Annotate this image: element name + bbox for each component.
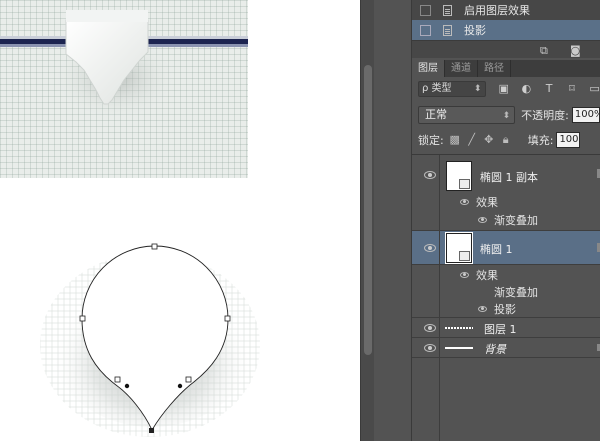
zoomed-pin-graphic bbox=[0, 10, 248, 120]
visibility-eye-icon[interactable] bbox=[424, 244, 436, 252]
shape-filter-icon[interactable]: ⌑ bbox=[567, 83, 578, 94]
pasteboard-strip bbox=[374, 0, 412, 441]
camera-icon[interactable]: ◙ bbox=[570, 44, 581, 57]
effects-label[interactable]: 效果 bbox=[476, 267, 498, 283]
lock-row: 锁定: ▩ ╱ ✥ 🔒︎ 填充: 100% bbox=[412, 129, 600, 151]
fill-input[interactable]: 100% bbox=[556, 132, 581, 148]
divider bbox=[439, 338, 440, 357]
tab-layers[interactable]: 图层 bbox=[412, 60, 445, 77]
select-arrow-icon: ⬍ bbox=[502, 111, 511, 121]
effect-row-enable[interactable]: 启用图层效果 bbox=[412, 0, 600, 20]
lock-move-icon[interactable]: ✥ bbox=[483, 134, 495, 146]
effects-label[interactable]: 效果 bbox=[476, 194, 498, 210]
line-layer-thumbnail bbox=[445, 327, 473, 329]
lock-transparency-icon[interactable]: ▩ bbox=[449, 134, 461, 146]
zoomed-pixel-preview bbox=[0, 0, 248, 178]
background-layer-thumbnail bbox=[445, 347, 473, 349]
lock-brush-icon[interactable]: ╱ bbox=[466, 134, 478, 146]
filter-kind-select[interactable]: ρ 类型 ⬍ bbox=[418, 81, 487, 97]
fill-label: 填充: bbox=[527, 134, 554, 147]
vertical-scrollbar[interactable] bbox=[360, 0, 374, 441]
layers-panel: 启用图层效果 投影 ⧉ ◙ 图层 通道 路径 ρ 类型 ⬍ ▣ ◐ T ⌑ ▭ … bbox=[412, 0, 600, 441]
checkbox[interactable] bbox=[420, 4, 431, 16]
visibility-eye-icon[interactable] bbox=[478, 306, 487, 312]
effect-label: 启用图层效果 bbox=[464, 4, 530, 17]
document-canvas[interactable] bbox=[0, 0, 360, 441]
select-arrow-icon: ⬍ bbox=[473, 84, 482, 94]
panel-tabs: 图层 通道 路径 bbox=[412, 60, 600, 77]
handle-point bbox=[177, 383, 183, 389]
lock-all-icon[interactable]: 🔒︎ bbox=[500, 134, 512, 146]
anchor-point bbox=[114, 376, 121, 383]
layer-style-list: 启用图层效果 投影 bbox=[412, 0, 600, 40]
new-layer-icon[interactable]: ⧉ bbox=[540, 44, 548, 58]
document-icon bbox=[443, 4, 452, 16]
layer-name[interactable]: 椭圆 1 副本 bbox=[480, 169, 538, 185]
anchor-point bbox=[185, 376, 192, 383]
opacity-input[interactable]: 100% bbox=[571, 107, 600, 123]
layer-list: 椭圆 1 副本 效果 渐变叠加 椭圆 1 效果 渐变叠加 投影 图层 1 背景 bbox=[412, 154, 600, 441]
blend-row: 正常 ⬍ 不透明度: 100% bbox=[412, 104, 600, 126]
layer-name[interactable]: 背景 bbox=[484, 341, 506, 357]
layer-effects-group: 效果 渐变叠加 投影 bbox=[412, 265, 600, 318]
adjustment-filter-icon[interactable]: ◐ bbox=[521, 83, 532, 94]
layer-thumbnail bbox=[446, 161, 472, 191]
visibility-eye-icon[interactable] bbox=[460, 272, 469, 278]
layer-name[interactable]: 图层 1 bbox=[484, 321, 517, 337]
effect-label: 投影 bbox=[464, 24, 486, 37]
filter-kind-label: ρ 类型 bbox=[422, 83, 452, 94]
layer-name[interactable]: 椭圆 1 bbox=[480, 241, 513, 257]
tab-channels[interactable]: 通道 bbox=[445, 60, 478, 77]
shape-badge-icon bbox=[459, 251, 470, 261]
divider bbox=[439, 231, 440, 264]
visibility-eye-icon[interactable] bbox=[478, 217, 487, 223]
effect-toolbar: ⧉ ◙ bbox=[412, 40, 600, 58]
effect-item[interactable]: 渐变叠加 bbox=[494, 284, 538, 300]
type-filter-icon[interactable]: T bbox=[544, 83, 555, 94]
visibility-eye-icon[interactable] bbox=[424, 324, 436, 332]
visibility-eye-icon[interactable] bbox=[424, 344, 436, 352]
lock-label: 锁定: bbox=[418, 134, 444, 147]
layer-filter-row: ρ 类型 ⬍ ▣ ◐ T ⌑ ▭ bbox=[412, 78, 600, 100]
divider bbox=[439, 358, 440, 441]
anchor-point bbox=[151, 243, 158, 250]
blend-mode-value: 正常 bbox=[425, 108, 447, 121]
visibility-eye-icon[interactable] bbox=[424, 171, 436, 179]
anchor-point bbox=[79, 315, 86, 322]
layer-row-selected[interactable]: 椭圆 1 bbox=[412, 231, 600, 265]
effect-item[interactable]: 渐变叠加 bbox=[494, 212, 538, 228]
divider bbox=[439, 265, 440, 317]
scrollbar-thumb[interactable] bbox=[364, 65, 372, 355]
tab-paths[interactable]: 路径 bbox=[478, 60, 511, 77]
layer-thumbnail bbox=[445, 232, 473, 264]
effect-item[interactable]: 投影 bbox=[494, 301, 516, 317]
layer-row[interactable]: 图层 1 bbox=[412, 318, 600, 338]
divider bbox=[439, 155, 440, 230]
document-icon bbox=[443, 24, 452, 36]
blend-mode-select[interactable]: 正常 ⬍ bbox=[418, 106, 516, 124]
effect-row-drop-shadow[interactable]: 投影 bbox=[412, 20, 600, 40]
opacity-label: 不透明度: bbox=[521, 109, 569, 122]
anchor-point bbox=[224, 315, 231, 322]
pixel-filter-icon[interactable]: ▣ bbox=[498, 83, 509, 94]
anchor-point bbox=[149, 428, 154, 433]
map-pin-path[interactable] bbox=[40, 215, 280, 441]
layer-row[interactable]: 背景 bbox=[412, 338, 600, 358]
visibility-eye-icon[interactable] bbox=[460, 199, 469, 205]
smart-object-filter-icon[interactable]: ▭ bbox=[589, 83, 600, 94]
divider bbox=[439, 318, 440, 337]
layer-row[interactable]: 椭圆 1 副本 效果 渐变叠加 bbox=[412, 155, 600, 231]
handle-point bbox=[124, 383, 130, 389]
checkbox[interactable] bbox=[420, 24, 431, 36]
shape-badge-icon bbox=[459, 179, 470, 189]
